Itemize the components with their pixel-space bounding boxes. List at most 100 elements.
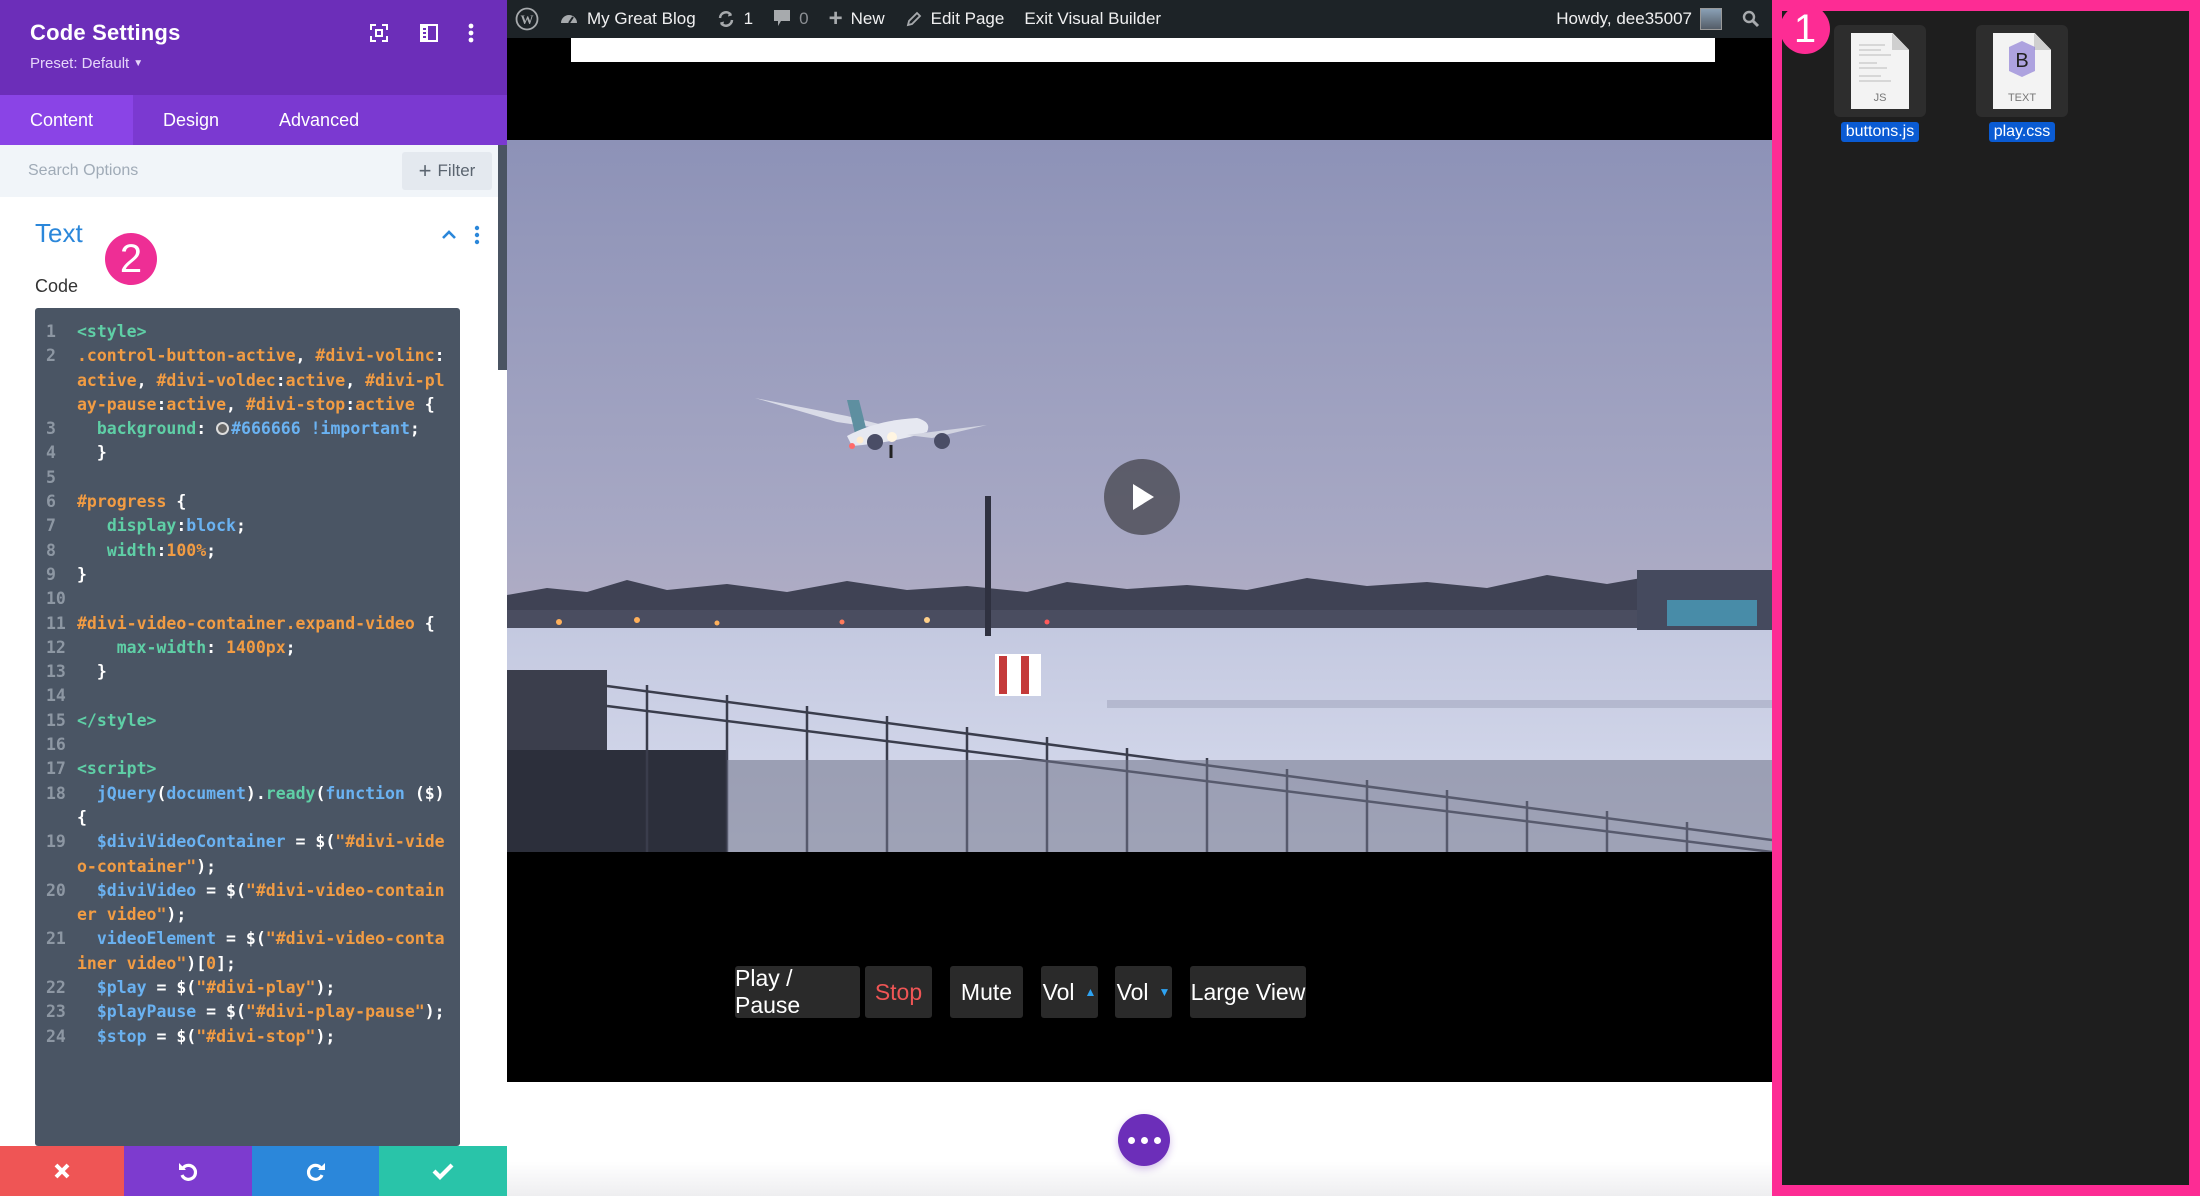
svg-text:W: W xyxy=(521,12,534,27)
undo-icon xyxy=(179,1163,198,1181)
fullscreen-icon[interactable] xyxy=(366,20,392,46)
video-player[interactable] xyxy=(507,140,1772,852)
code-line[interactable]: 6 #progress { xyxy=(35,490,460,514)
control-label: Vol xyxy=(1042,978,1075,1005)
discard-button[interactable] xyxy=(0,1146,124,1196)
tab-content[interactable]: Content xyxy=(0,95,133,145)
redo-button[interactable] xyxy=(252,1146,379,1196)
page-footer-area xyxy=(507,1082,1772,1196)
volume-down-button[interactable]: Vol ▼ xyxy=(1115,966,1172,1018)
control-label: Mute xyxy=(960,978,1013,1005)
filter-button[interactable]: + Filter xyxy=(402,152,492,190)
updates-menu[interactable]: 1 xyxy=(706,0,763,38)
exit-visual-builder-link[interactable]: Exit Visual Builder xyxy=(1014,0,1171,38)
search-options-input[interactable] xyxy=(28,155,388,187)
comments-menu[interactable]: 0 xyxy=(763,0,818,38)
code-text: background: #666666 !important; xyxy=(77,419,420,439)
control-label: Large View xyxy=(1190,978,1306,1005)
mute-button[interactable]: Mute xyxy=(950,966,1023,1018)
site-name: My Great Blog xyxy=(587,9,696,28)
code-text: </style> xyxy=(77,710,157,730)
sidebar-scrollbar[interactable] xyxy=(498,145,507,370)
code-text: $stop = $("#divi-stop"); xyxy=(77,1026,336,1046)
more-options-icon[interactable] xyxy=(458,20,484,46)
js-file-icon: JS xyxy=(1834,25,1926,117)
play-button[interactable] xyxy=(1104,459,1180,535)
code-line[interactable]: 15 </style> xyxy=(35,709,460,733)
section-more-icon[interactable] xyxy=(470,224,484,246)
line-number: 17 xyxy=(46,759,66,779)
dashboard-icon xyxy=(561,15,577,24)
chevron-up-icon[interactable] xyxy=(438,224,460,246)
account-menu[interactable]: Howdy, dee35007 xyxy=(1546,0,1732,38)
code-line[interactable]: 22 $play = $("#divi-play"); xyxy=(35,976,460,1000)
page-canvas: Play / Pause Stop Mute Vol ▲ Vol ▼ Large View xyxy=(507,38,1772,1196)
code-line[interactable]: 10 xyxy=(35,587,460,611)
stop-button[interactable]: Stop xyxy=(865,966,932,1018)
code-line[interactable]: 17 <script> xyxy=(35,757,460,781)
code-line[interactable]: 18 jQuery(document).ready(function ($) { xyxy=(35,782,460,831)
code-line[interactable]: 8 width:100%; xyxy=(35,539,460,563)
code-line[interactable]: 13 } xyxy=(35,660,460,684)
line-number: 5 xyxy=(46,467,56,487)
control-label: Vol xyxy=(1116,978,1149,1005)
undo-button[interactable] xyxy=(124,1146,252,1196)
save-button[interactable] xyxy=(379,1146,507,1196)
page-header-strip xyxy=(571,38,1715,62)
code-line[interactable]: 12 max-width: 1400px; xyxy=(35,636,460,660)
annotation-badge-2: 2 xyxy=(105,233,157,285)
admin-search-button[interactable] xyxy=(1732,0,1772,38)
code-editor[interactable]: 1 <style> 2 .control-button-active, #divi-v… xyxy=(35,308,460,1146)
line-number: 3 xyxy=(46,419,56,439)
code-line[interactable]: 7 display:block; xyxy=(35,514,460,538)
plus-icon: + xyxy=(418,158,432,183)
search-bar: + Filter xyxy=(0,145,498,197)
preset-dropdown[interactable]: Preset: Default ▼ xyxy=(30,55,143,72)
section-title-text[interactable]: Text xyxy=(35,218,83,249)
code-line[interactable]: 16 xyxy=(35,733,460,757)
code-field-label: Code xyxy=(35,276,79,296)
tab-advanced[interactable]: Advanced xyxy=(249,95,389,145)
line-number: 7 xyxy=(46,516,56,536)
code-line[interactable]: 3 background: #666666 !important; xyxy=(35,417,460,441)
search-icon xyxy=(1742,10,1760,28)
dot xyxy=(1153,1136,1161,1144)
tab-design[interactable]: Design xyxy=(133,95,249,145)
code-line[interactable]: 24 $stop = $("#divi-stop"); xyxy=(35,1025,460,1049)
file-play-css[interactable]: B TEXT play.css xyxy=(1962,25,2082,142)
finder-window: JS buttons.js B TEXT play.css xyxy=(1772,0,2200,1196)
file-name: play.css xyxy=(1988,122,2056,142)
play-pause-button[interactable]: Play / Pause xyxy=(735,965,860,1018)
code-line[interactable]: 1 <style> xyxy=(35,320,460,344)
code-line[interactable]: 19 $diviVideoContainer = $("#divi-video-… xyxy=(35,830,460,879)
code-line[interactable]: 23 $playPause = $("#divi-play-pause"); xyxy=(35,1000,460,1024)
site-name-menu[interactable]: My Great Blog xyxy=(549,0,706,38)
code-line[interactable]: 14 xyxy=(35,684,460,708)
builder-more-button[interactable] xyxy=(1118,1114,1170,1166)
wordpress-logo-menu[interactable]: W xyxy=(507,0,549,38)
code-line[interactable]: 21 videoElement = $("#divi-video-contain… xyxy=(35,927,460,976)
line-number: 22 xyxy=(46,978,66,998)
dot xyxy=(1140,1136,1148,1144)
play-icon xyxy=(1133,484,1154,510)
code-line[interactable]: 5 xyxy=(35,466,460,490)
code-line[interactable]: 20 $diviVideo = $("#divi-video-container… xyxy=(35,879,460,928)
code-line[interactable]: 9} xyxy=(35,563,460,587)
line-number: 13 xyxy=(46,662,66,682)
volume-up-button[interactable]: Vol ▲ xyxy=(1041,966,1098,1018)
file-buttons-js[interactable]: JS buttons.js xyxy=(1820,25,1940,142)
code-line[interactable]: 2 .control-button-active, #divi-volinc:ac… xyxy=(35,344,460,417)
edit-page-link[interactable]: Edit Page xyxy=(895,0,1015,38)
code-text: $diviVideo = $("#divi-video-container vi… xyxy=(77,880,445,925)
line-number: 4 xyxy=(46,443,56,463)
line-number: 18 xyxy=(46,783,66,803)
new-content-menu[interactable]: + New xyxy=(819,0,895,38)
dock-sidebar-icon[interactable] xyxy=(416,20,442,46)
code-line[interactable]: 11 #divi-video-container.expand-video { xyxy=(35,612,460,636)
large-view-button[interactable]: Large View xyxy=(1190,966,1306,1018)
code-text: } xyxy=(77,662,107,682)
line-number: 16 xyxy=(46,735,66,755)
code-line[interactable]: 4 } xyxy=(35,441,460,465)
